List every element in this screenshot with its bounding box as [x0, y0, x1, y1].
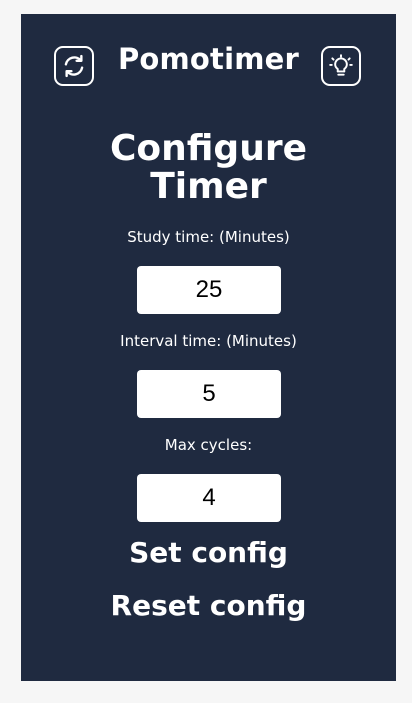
max-cycles-label: Max cycles: — [164, 436, 253, 454]
study-time-input[interactable] — [137, 266, 281, 314]
interval-time-input[interactable] — [137, 370, 281, 418]
pomotimer-app: Pomotimer Configure Timer Study time: (M… — [21, 14, 396, 681]
interval-time-label: Interval time: (Minutes) — [120, 332, 297, 350]
lightbulb-icon — [329, 54, 353, 76]
page-heading: Configure Timer — [21, 130, 396, 206]
study-time-label: Study time: (Minutes) — [127, 228, 290, 246]
heading-line-configure: Configure — [109, 128, 308, 169]
reset-config-button[interactable]: Reset config — [21, 589, 396, 622]
header: Pomotimer — [21, 14, 396, 110]
max-cycles-input[interactable] — [137, 474, 281, 522]
set-config-button[interactable]: Set config — [21, 536, 396, 569]
theme-toggle-button[interactable] — [321, 46, 361, 86]
heading-line-timer: Timer — [150, 166, 267, 207]
